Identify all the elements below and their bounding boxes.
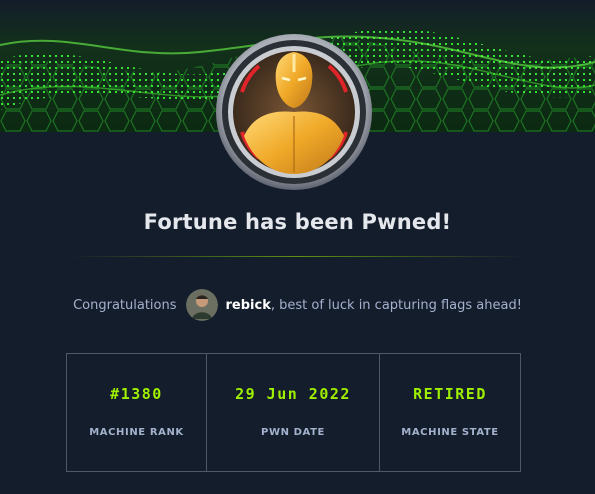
fortune-machine-avatar <box>214 32 374 192</box>
stats-panel: #1380 MACHINE RANK 29 Jun 2022 PWN DATE … <box>66 353 521 472</box>
pwn-date-stat: 29 Jun 2022 PWN DATE <box>206 354 379 471</box>
title-divider <box>70 256 525 257</box>
page-title: Fortune has been Pwned! <box>143 210 452 234</box>
user-avatar[interactable] <box>185 289 218 321</box>
machine-rank-label: MACHINE RANK <box>89 427 184 438</box>
congrats-prefix: Congratulations <box>73 297 177 313</box>
pwn-date-value: 29 Jun 2022 <box>235 385 351 403</box>
machine-state-value: RETIRED <box>413 385 487 403</box>
congrats-message: Congratulations rebick , best of luck in… <box>0 289 595 321</box>
pwn-date-label: PWN DATE <box>261 427 325 438</box>
machine-rank-value: #1380 <box>110 385 163 403</box>
machine-state-stat: RETIRED MACHINE STATE <box>379 354 520 471</box>
machine-rank-stat: #1380 MACHINE RANK <box>67 354 206 471</box>
machine-state-label: MACHINE STATE <box>401 427 499 438</box>
congrats-suffix: , best of luck in capturing flags ahead! <box>270 297 522 313</box>
username-link[interactable]: rebick <box>226 298 271 313</box>
